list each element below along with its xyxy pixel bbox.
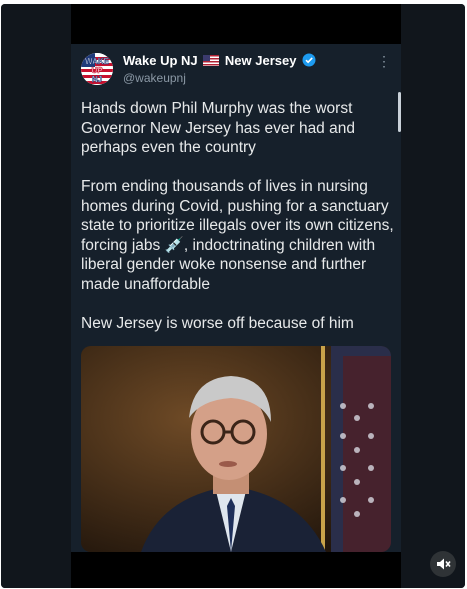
us-flag-icon: [203, 54, 220, 66]
verified-badge-icon: [302, 53, 316, 67]
bottom-letterbox: [71, 552, 401, 588]
scrollbar[interactable]: [398, 92, 401, 132]
avatar-text-up: UP: [91, 66, 103, 75]
mute-button[interactable]: [430, 551, 456, 577]
more-vertical-icon[interactable]: ⋮: [377, 54, 391, 68]
avatar[interactable]: WAKE UP NJ: [81, 53, 113, 85]
display-name-suffix: New Jersey: [224, 53, 297, 68]
tweet-photo[interactable]: [81, 346, 391, 552]
left-letterbox: [1, 4, 71, 588]
video-frame: WAKE UP NJ Wake Up NJ New Jersey @wakeup…: [1, 4, 465, 588]
tweet-paragraph-2: From ending thousands of lives in nursin…: [81, 178, 394, 293]
right-letterbox: [401, 4, 465, 588]
handle[interactable]: @wakeupnj: [123, 71, 186, 85]
muted-speaker-icon: [437, 558, 451, 570]
tweet-card: WAKE UP NJ Wake Up NJ New Jersey @wakeup…: [71, 44, 401, 552]
display-name[interactable]: Wake Up NJ New Jersey: [123, 53, 316, 68]
avatar-text-nj: NJ: [92, 75, 102, 84]
tweet-paragraph-1: Hands down Phil Murphy was the worst Gov…: [81, 100, 355, 156]
display-name-prefix: Wake Up NJ: [123, 53, 198, 68]
avatar-text-wake: WAKE: [85, 57, 110, 66]
tweet-paragraph-3: New Jersey is worse off because of him: [81, 314, 354, 332]
tweet-text: Hands down Phil Murphy was the worst Gov…: [81, 99, 395, 353]
top-letterbox: [71, 4, 401, 44]
